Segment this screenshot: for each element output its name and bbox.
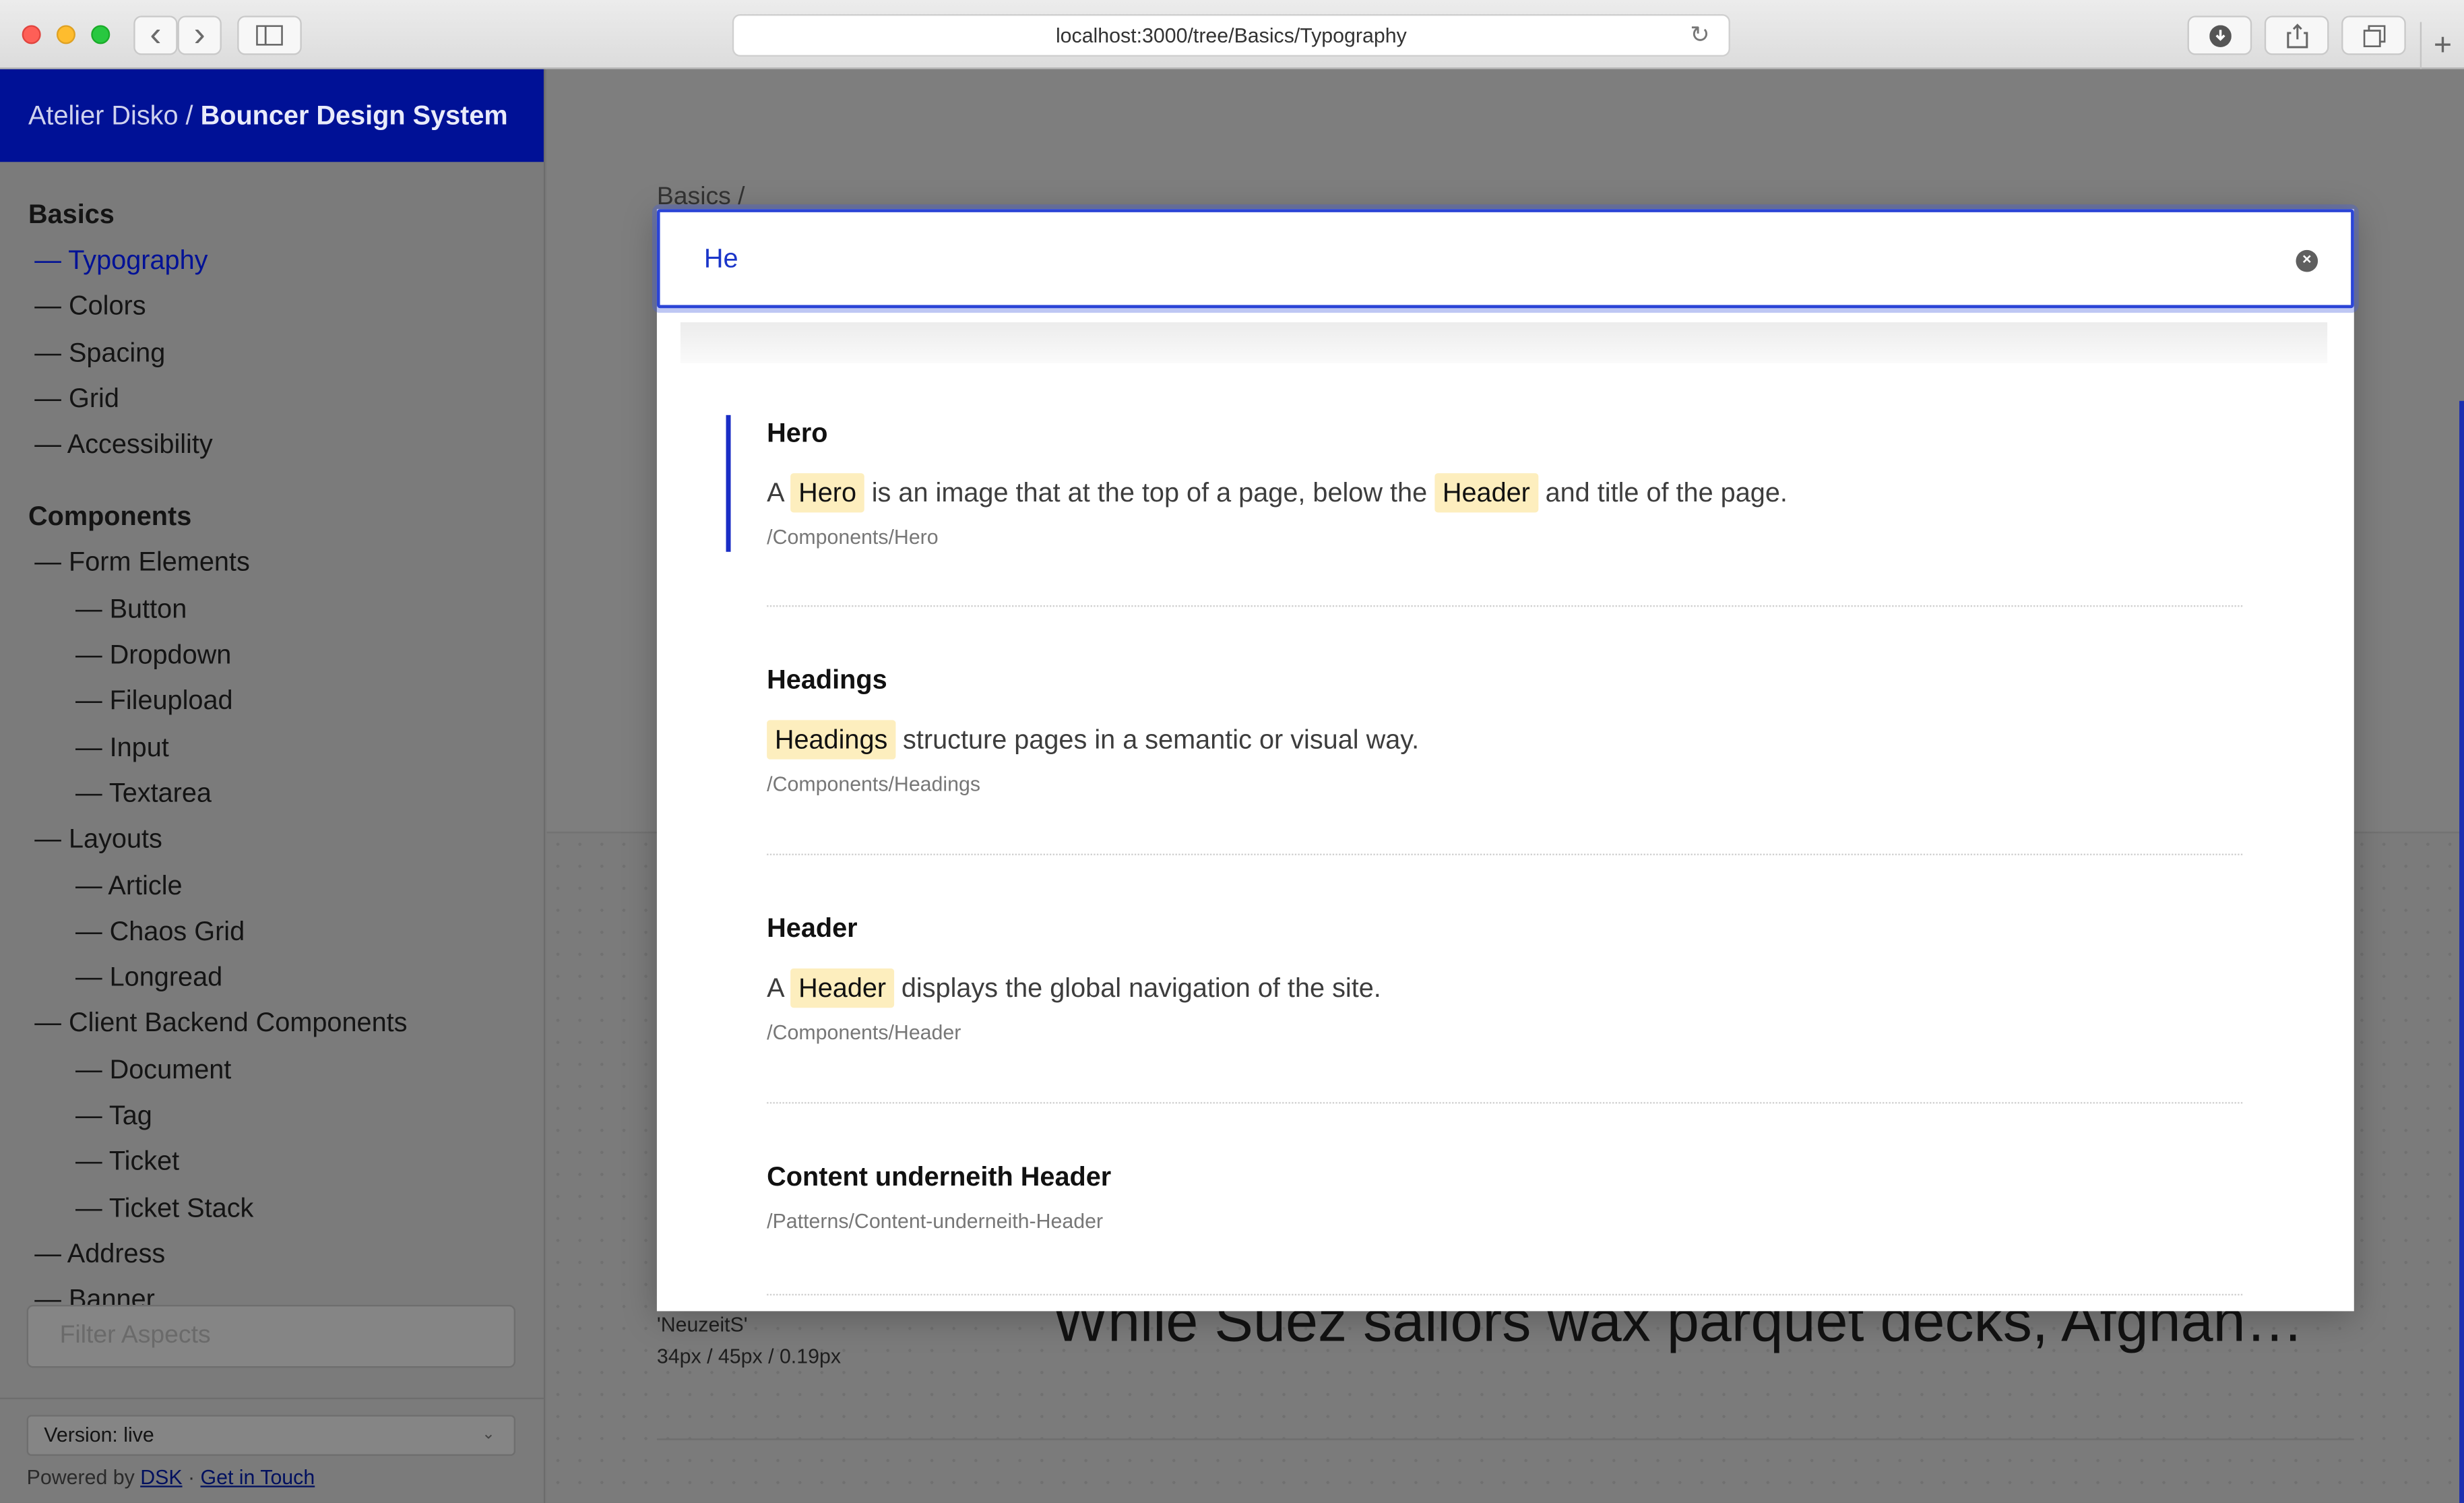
powered-by: Powered by DSK · Get in Touch	[27, 1465, 315, 1489]
browser-toolbar: ‹ › localhost:3000/tree/Basics/Typograph…	[0, 0, 2464, 69]
match-highlight: Headings	[767, 720, 896, 760]
sidebar-item[interactable]: — Client Backend Components	[28, 1001, 544, 1047]
search-field: ×	[656, 209, 2354, 309]
download-icon[interactable]	[2187, 16, 2252, 55]
description-text: and title of the page.	[1538, 478, 1788, 508]
sidebar-item[interactable]: — Longread	[28, 954, 544, 1000]
sidebar-item[interactable]: — Address	[28, 1231, 544, 1277]
dsk-link[interactable]: DSK	[140, 1465, 182, 1489]
breadcrumb[interactable]: Basics /	[657, 184, 745, 212]
nav-section-title[interactable]: Basics	[28, 192, 544, 238]
maximize-window-button[interactable]	[91, 25, 110, 44]
nav-section-title[interactable]: Components	[28, 495, 544, 541]
new-tab-button[interactable]: +	[2420, 22, 2464, 69]
result-path: /Patterns/Content-underneith-Header	[767, 1208, 1104, 1233]
sidebar-item[interactable]: — Grid	[28, 375, 544, 421]
result-separator	[767, 605, 2243, 607]
sidebar-item[interactable]: — Textarea	[28, 770, 544, 816]
forward-icon[interactable]: ›	[177, 16, 222, 55]
share-icon[interactable]	[2264, 16, 2329, 55]
reload-icon[interactable]: ↻	[1690, 16, 1709, 57]
sidebar-item[interactable]: — Button	[28, 586, 544, 632]
version-label: Version: live	[44, 1423, 154, 1446]
sidebar-item[interactable]: — Ticket Stack	[28, 1185, 544, 1231]
tabs-overview-icon[interactable]	[2341, 16, 2406, 55]
version-select[interactable]: Version: live ⌄	[26, 1415, 515, 1456]
divider	[656, 1438, 2354, 1440]
footer-separator: ·	[182, 1465, 201, 1489]
sidebar-nav: Basics — Typography — Colors — Spacing — Gri…	[0, 162, 544, 1369]
sidebar-item[interactable]: — Dropdown	[28, 632, 544, 678]
back-icon[interactable]: ‹	[133, 16, 178, 55]
sidebar-item[interactable]: — Form Elements	[28, 540, 544, 586]
sidebar-item[interactable]: — Ticket	[28, 1139, 544, 1185]
description-text: A	[767, 973, 791, 1004]
sidebar-item[interactable]: — Layouts	[28, 816, 544, 862]
description-text: is an image that at the top of a page, b…	[864, 478, 1435, 508]
close-window-button[interactable]	[22, 25, 41, 44]
description-text: A	[767, 478, 791, 508]
result-title: Hero	[767, 418, 828, 448]
url-text: localhost:3000/tree/Basics/Typography	[1055, 23, 1407, 47]
sidebar-item[interactable]: — Chaos Grid	[28, 909, 544, 954]
search-result[interactable]: Hero A Hero is an image that at the top o…	[767, 418, 2244, 549]
result-path: /Components/Headings	[767, 772, 981, 796]
site-brand[interactable]: Atelier Disko / Bouncer Design System	[0, 69, 544, 162]
scroll-indicator	[2459, 400, 2464, 1503]
sidebar-item[interactable]: — Spacing	[28, 330, 544, 375]
font-metrics: 34px / 45px / 0.19px	[656, 1344, 841, 1368]
address-bar[interactable]: localhost:3000/tree/Basics/Typography ↻	[732, 13, 1730, 57]
result-path: /Components/Hero	[767, 525, 939, 549]
match-highlight: Header	[1434, 473, 1538, 513]
minimize-window-button[interactable]	[56, 25, 75, 44]
sidebar-item[interactable]: — Article	[28, 863, 544, 909]
sidebar-item[interactable]: — Tag	[28, 1093, 544, 1138]
filter-aspects-input[interactable]: Filter Aspects	[26, 1305, 515, 1368]
result-description: A Header displays the global navigation …	[767, 967, 2244, 1011]
sidebar-item[interactable]: — Accessibility	[28, 422, 544, 468]
results-shadow	[680, 322, 2328, 363]
search-result[interactable]: Content underneith Header/Patterns/Conte…	[767, 1162, 2244, 1233]
sidebar-item[interactable]: — Fileupload	[28, 678, 544, 724]
search-input[interactable]	[703, 237, 2244, 282]
description-text: structure pages in a semantic or visual …	[895, 725, 1420, 755]
search-result[interactable]: Header A Header displays the global navig…	[767, 913, 2244, 1044]
search-result[interactable]: Headings Headings structure pages in a se…	[767, 665, 2244, 796]
result-separator	[767, 1102, 2243, 1104]
powered-by-text: Powered by	[26, 1465, 141, 1489]
result-separator	[767, 1293, 2243, 1296]
result-title: Content underneith Header	[767, 1161, 1112, 1192]
result-description: Headings structure pages in a semantic o…	[767, 718, 2244, 762]
sidebar-item[interactable]: — Colors	[28, 284, 544, 330]
browser-window: ‹ › localhost:3000/tree/Basics/Typograph…	[0, 0, 2464, 1503]
chevron-down-icon: ⌄	[482, 1425, 495, 1444]
get-in-touch-link[interactable]: Get in Touch	[201, 1465, 315, 1489]
result-title: Header	[767, 913, 858, 944]
clear-icon[interactable]: ×	[2296, 249, 2318, 272]
search-dialog: × HeroA Hero is an image that at the top…	[656, 209, 2354, 1312]
sidebar-footer: Version: live ⌄ Powered by DSK · Get in T…	[0, 1397, 544, 1503]
match-highlight: Header	[790, 968, 894, 1008]
sidebar-item[interactable]: — Input	[28, 725, 544, 770]
sidebar: Atelier Disko / Bouncer Design System Ba…	[0, 69, 546, 1503]
sidebar-item[interactable]: — Typography	[28, 237, 544, 283]
active-result-indicator	[726, 415, 731, 552]
match-highlight: Hero	[790, 473, 864, 513]
result-path: /Components/Header	[767, 1020, 961, 1044]
sidebar-toggle-icon[interactable]	[237, 16, 302, 55]
result-title: Headings	[767, 665, 887, 696]
result-separator	[767, 853, 2243, 855]
brand-prefix: Atelier Disko /	[28, 100, 201, 131]
description-text: displays the global navigation of the si…	[893, 973, 1381, 1004]
result-description: A Hero is an image that at the top of a …	[767, 472, 2244, 516]
font-spec: 'NeuzeitS' 34px / 45px / 0.19px	[657, 1310, 841, 1372]
brand-name: Bouncer Design System	[200, 100, 508, 131]
sidebar-item[interactable]: — Document	[28, 1047, 544, 1093]
font-name: 'NeuzeitS'	[656, 1312, 748, 1337]
